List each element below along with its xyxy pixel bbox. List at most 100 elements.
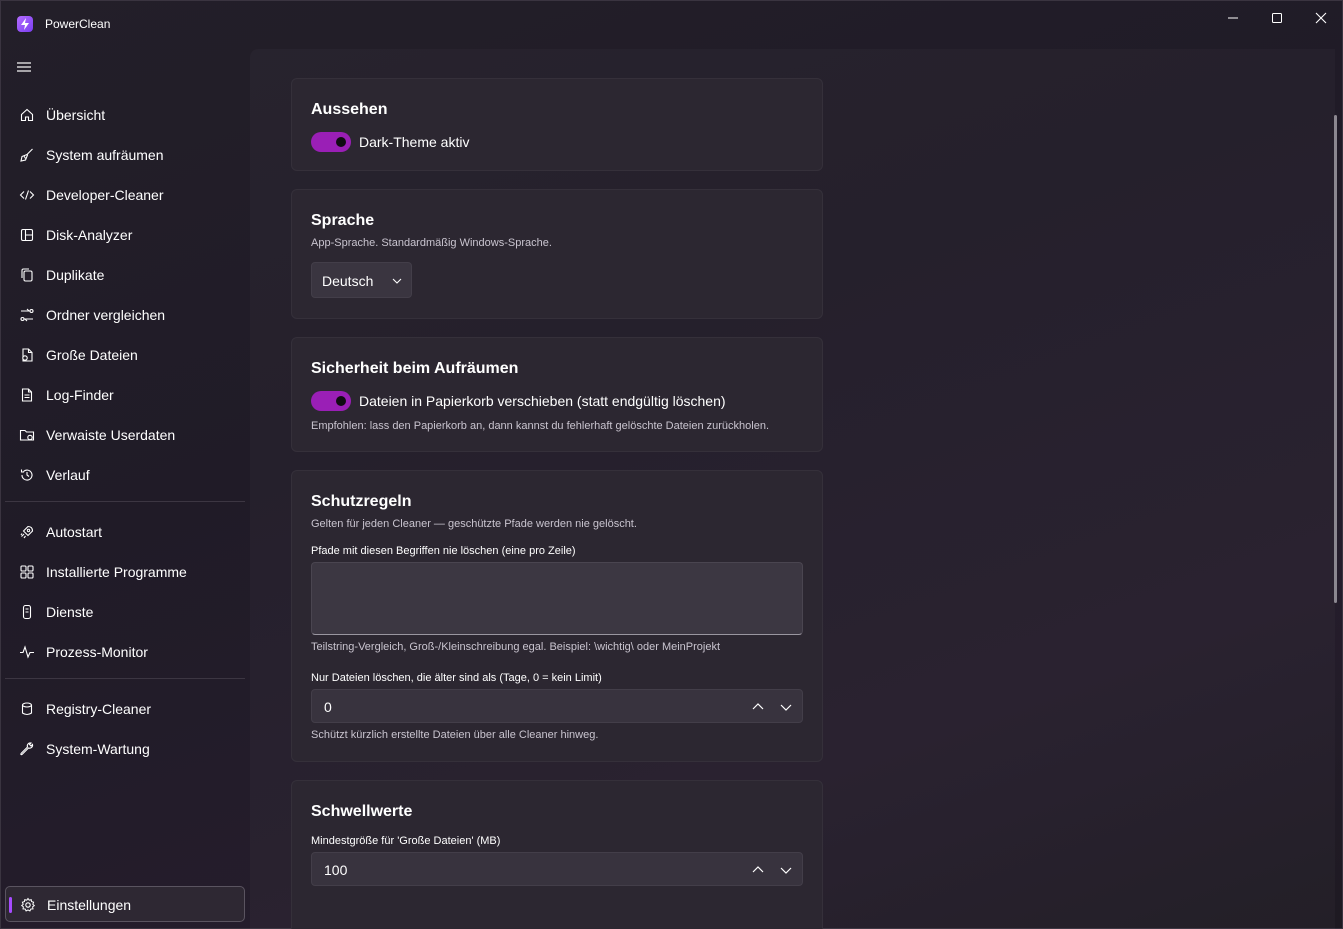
sidebar: Übersicht System aufräumen Developer-Cle… (1, 47, 249, 929)
nav-label: Duplikate (46, 267, 105, 283)
min-age-hint: Schützt kürzlich erstellte Dateien über … (311, 729, 599, 741)
language-dropdown[interactable]: Deutsch (311, 262, 412, 298)
close-icon (1315, 12, 1327, 24)
recycle-bin-label: Dateien in Papierkorb verschieben (statt… (359, 393, 726, 409)
thresholds-card: Schwellwerte Mindestgröße für 'Große Dat… (291, 780, 823, 929)
nav-label: Disk-Analyzer (46, 227, 133, 243)
nav-item-history[interactable]: Verlauf (5, 457, 245, 493)
gear-icon (20, 897, 36, 912)
language-selected: Deutsch (322, 273, 374, 289)
nav-label: Prozess-Monitor (46, 644, 148, 660)
appearance-title: Aussehen (311, 101, 388, 118)
dark-theme-label: Dark-Theme aktiv (359, 134, 470, 150)
nav-label: System aufräumen (46, 147, 164, 163)
settings-page: Aussehen Dark-Theme aktiv Sprache App-Sp… (250, 49, 1335, 929)
document-icon (21, 388, 33, 402)
chevron-down-icon[interactable] (778, 699, 794, 715)
minimize-icon (1228, 17, 1238, 19)
nav-item-services[interactable]: Dienste (5, 594, 245, 630)
maximize-button[interactable] (1255, 5, 1299, 31)
pulse-icon (20, 645, 34, 659)
nav-label: Ordner vergleichen (46, 307, 166, 323)
nav-item-large-files[interactable]: Große Dateien (5, 337, 245, 373)
apps-icon (20, 565, 34, 579)
app-title: PowerClean (45, 17, 111, 31)
nav-item-system-maintenance[interactable]: System-Wartung (5, 731, 245, 767)
nav-label: Developer-Cleaner (46, 187, 164, 203)
min-age-label: Nur Dateien löschen, die älter sind als … (311, 672, 602, 684)
nav-item-disk-analyzer[interactable]: Disk-Analyzer (5, 217, 245, 253)
chevron-up-icon[interactable] (750, 699, 766, 715)
app-window: PowerClean Übersicht System aufräumen De… (0, 0, 1343, 929)
nav-item-installed-programs[interactable]: Installierte Programme (5, 554, 245, 590)
nav-label: Verlauf (46, 467, 90, 483)
nav-label: Registry-Cleaner (46, 701, 152, 717)
chevron-up-icon[interactable] (750, 862, 766, 878)
minimize-button[interactable] (1211, 5, 1255, 31)
nav-label: Übersicht (46, 107, 106, 123)
min-age-value: 0 (324, 699, 332, 715)
close-button[interactable] (1299, 5, 1343, 31)
nav-item-compare-folders[interactable]: Ordner vergleichen (5, 297, 245, 333)
nav-item-orphaned-userdata[interactable]: Verwaiste Userdaten (5, 417, 245, 453)
protected-paths-label: Pfade mit diesen Begriffen nie löschen (… (311, 545, 576, 557)
language-title: Sprache (311, 212, 375, 229)
safety-card: Sicherheit beim Aufräumen Dateien in Pap… (291, 337, 823, 452)
protected-paths-input[interactable] (311, 562, 803, 635)
min-size-label: Mindestgröße für 'Große Dateien' (MB) (311, 835, 501, 847)
nav-label: Verwaiste Userdaten (46, 427, 176, 443)
nav-item-log-finder[interactable]: Log-Finder (5, 377, 245, 413)
nav-label: System-Wartung (46, 741, 150, 757)
dark-theme-toggle[interactable] (311, 132, 351, 152)
rocket-icon (20, 525, 34, 539)
nav-label: Installierte Programme (46, 564, 187, 580)
language-subtitle: App-Sprache. Standardmäßig Windows-Sprac… (311, 237, 552, 249)
copy-icon (21, 268, 33, 282)
protected-paths-hint: Teilstring-Vergleich, Groß-/Kleinschreib… (311, 641, 721, 653)
nav-label: Einstellungen (47, 897, 132, 913)
history-icon (20, 469, 33, 481)
safety-hint: Empfohlen: lass den Papierkorb an, dann … (311, 420, 770, 432)
title-bar: PowerClean (1, 1, 1342, 47)
large-file-icon (22, 348, 33, 362)
thresholds-title: Schwellwerte (311, 803, 413, 820)
nav-item-autostart[interactable]: Autostart (5, 514, 245, 550)
nav-item-overview[interactable]: Übersicht (5, 97, 245, 133)
appearance-card: Aussehen Dark-Theme aktiv (291, 78, 823, 171)
nav-label: Autostart (46, 524, 103, 540)
protection-title: Schutzregeln (311, 493, 412, 510)
nav-label: Log-Finder (46, 387, 114, 403)
min-age-number-box[interactable]: 0 (311, 689, 803, 723)
menu-toggle-button[interactable] (15, 59, 35, 75)
nav-label: Große Dateien (46, 347, 138, 363)
database-icon (21, 702, 33, 716)
sidebar-divider (5, 678, 245, 679)
min-size-number-box[interactable]: 100 (311, 852, 803, 886)
nav-item-developer-cleaner[interactable]: Developer-Cleaner (5, 177, 245, 213)
folder-icon (19, 429, 35, 441)
maximize-icon (1272, 13, 1282, 23)
broom-icon (20, 148, 33, 162)
hamburger-icon (17, 62, 31, 72)
nav-item-settings[interactable]: Einstellungen (5, 886, 245, 922)
safety-title: Sicherheit beim Aufräumen (311, 360, 519, 377)
nav-item-duplicates[interactable]: Duplikate (5, 257, 245, 293)
recycle-bin-toggle[interactable] (311, 391, 351, 411)
nav-item-system-cleanup[interactable]: System aufräumen (5, 137, 245, 173)
min-size-value: 100 (324, 862, 348, 878)
sidebar-divider (5, 501, 245, 502)
chevron-down-icon (392, 278, 402, 284)
wrench-icon (20, 742, 34, 756)
service-icon (22, 604, 32, 620)
content-scrollbar[interactable] (1334, 115, 1337, 603)
protection-subtitle: Gelten für jeden Cleaner — geschützte Pf… (311, 518, 637, 530)
app-logo-icon (17, 16, 33, 32)
disk-layout-icon (20, 228, 34, 242)
compare-icon (20, 308, 34, 322)
code-icon (19, 190, 35, 200)
nav-item-registry-cleaner[interactable]: Registry-Cleaner (5, 691, 245, 727)
nav-label: Dienste (46, 604, 94, 620)
nav-item-process-monitor[interactable]: Prozess-Monitor (5, 634, 245, 670)
home-icon (20, 108, 34, 122)
chevron-down-icon[interactable] (778, 862, 794, 878)
